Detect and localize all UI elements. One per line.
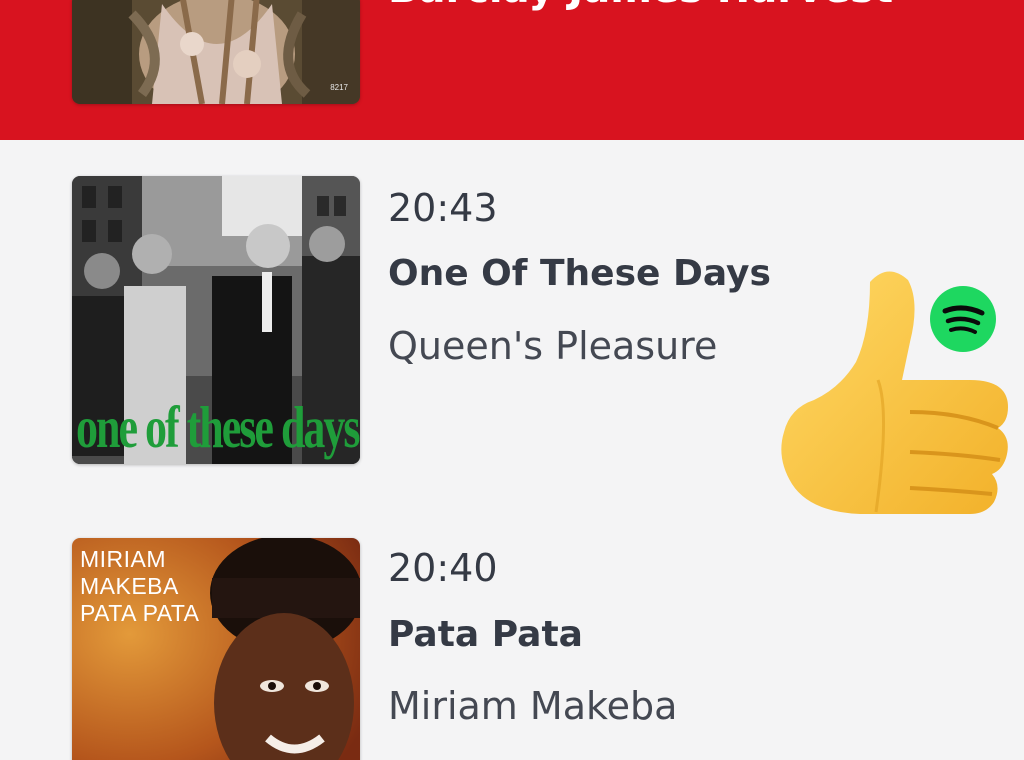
cover-artist-line-1: MIRIAM [80, 546, 167, 572]
now-playing-cover-art[interactable]: 8217 [72, 0, 360, 104]
track-title: Pata Pata [388, 614, 583, 655]
track-cover-art[interactable]: MIRIAM MAKEBA PATA PATA [72, 538, 360, 760]
cover-catalog-number: 8217 [330, 83, 348, 92]
cover-title-line: PATA PATA [80, 600, 200, 626]
track-time: 20:43 [388, 186, 498, 230]
track-artist: Queen's Pleasure [388, 324, 718, 368]
track-title: One Of These Days [388, 253, 771, 294]
cover-artist-line-2: MAKEBA [80, 573, 179, 599]
track-artist: Miriam Makeba [388, 684, 678, 728]
now-playing-title: Barclay James Harvest [388, 0, 893, 12]
now-playing-bar[interactable]: 8217 Barclay James Harvest [0, 0, 1024, 140]
track-cover-art[interactable]: one of these days [72, 176, 360, 464]
track-time: 20:40 [388, 546, 498, 590]
spotify-icon[interactable] [930, 286, 996, 352]
now-playing-cover-art-image [72, 0, 360, 104]
cover-title-text: one of these days [76, 394, 360, 461]
